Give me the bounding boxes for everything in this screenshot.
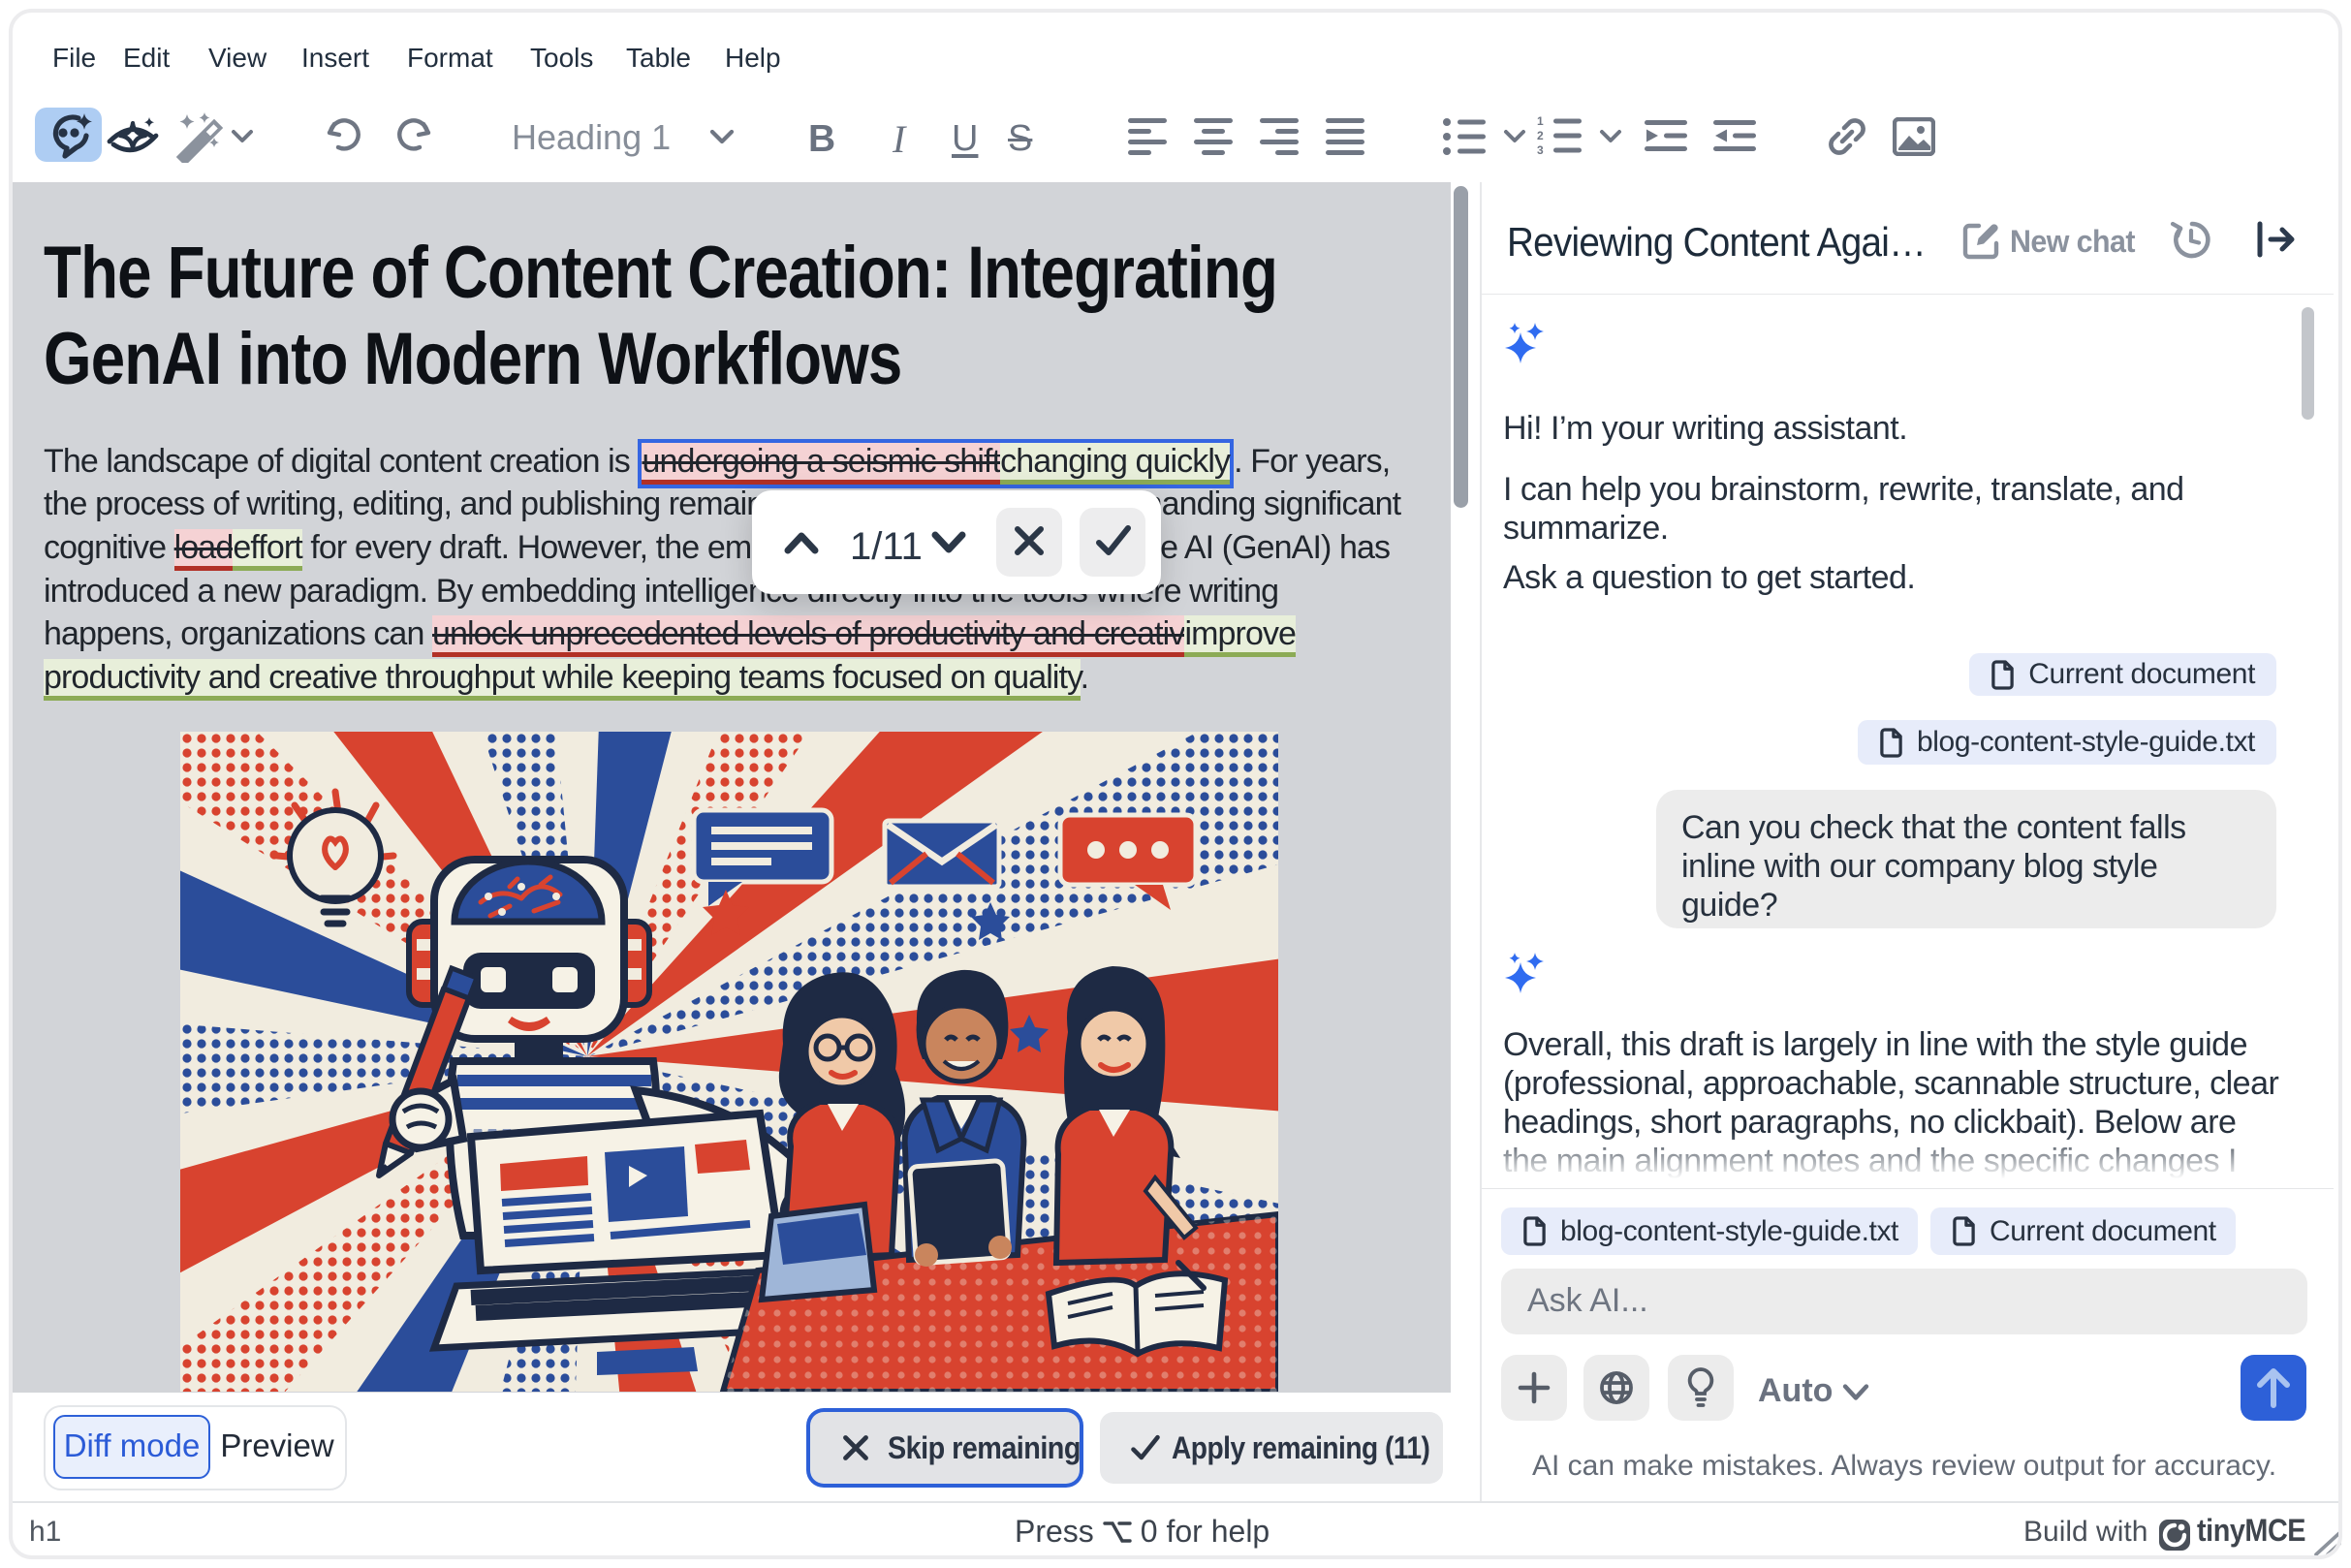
svg-text:1: 1 [1537,116,1544,128]
svg-text:3: 3 [1537,143,1544,155]
svg-text:2: 2 [1537,129,1544,142]
